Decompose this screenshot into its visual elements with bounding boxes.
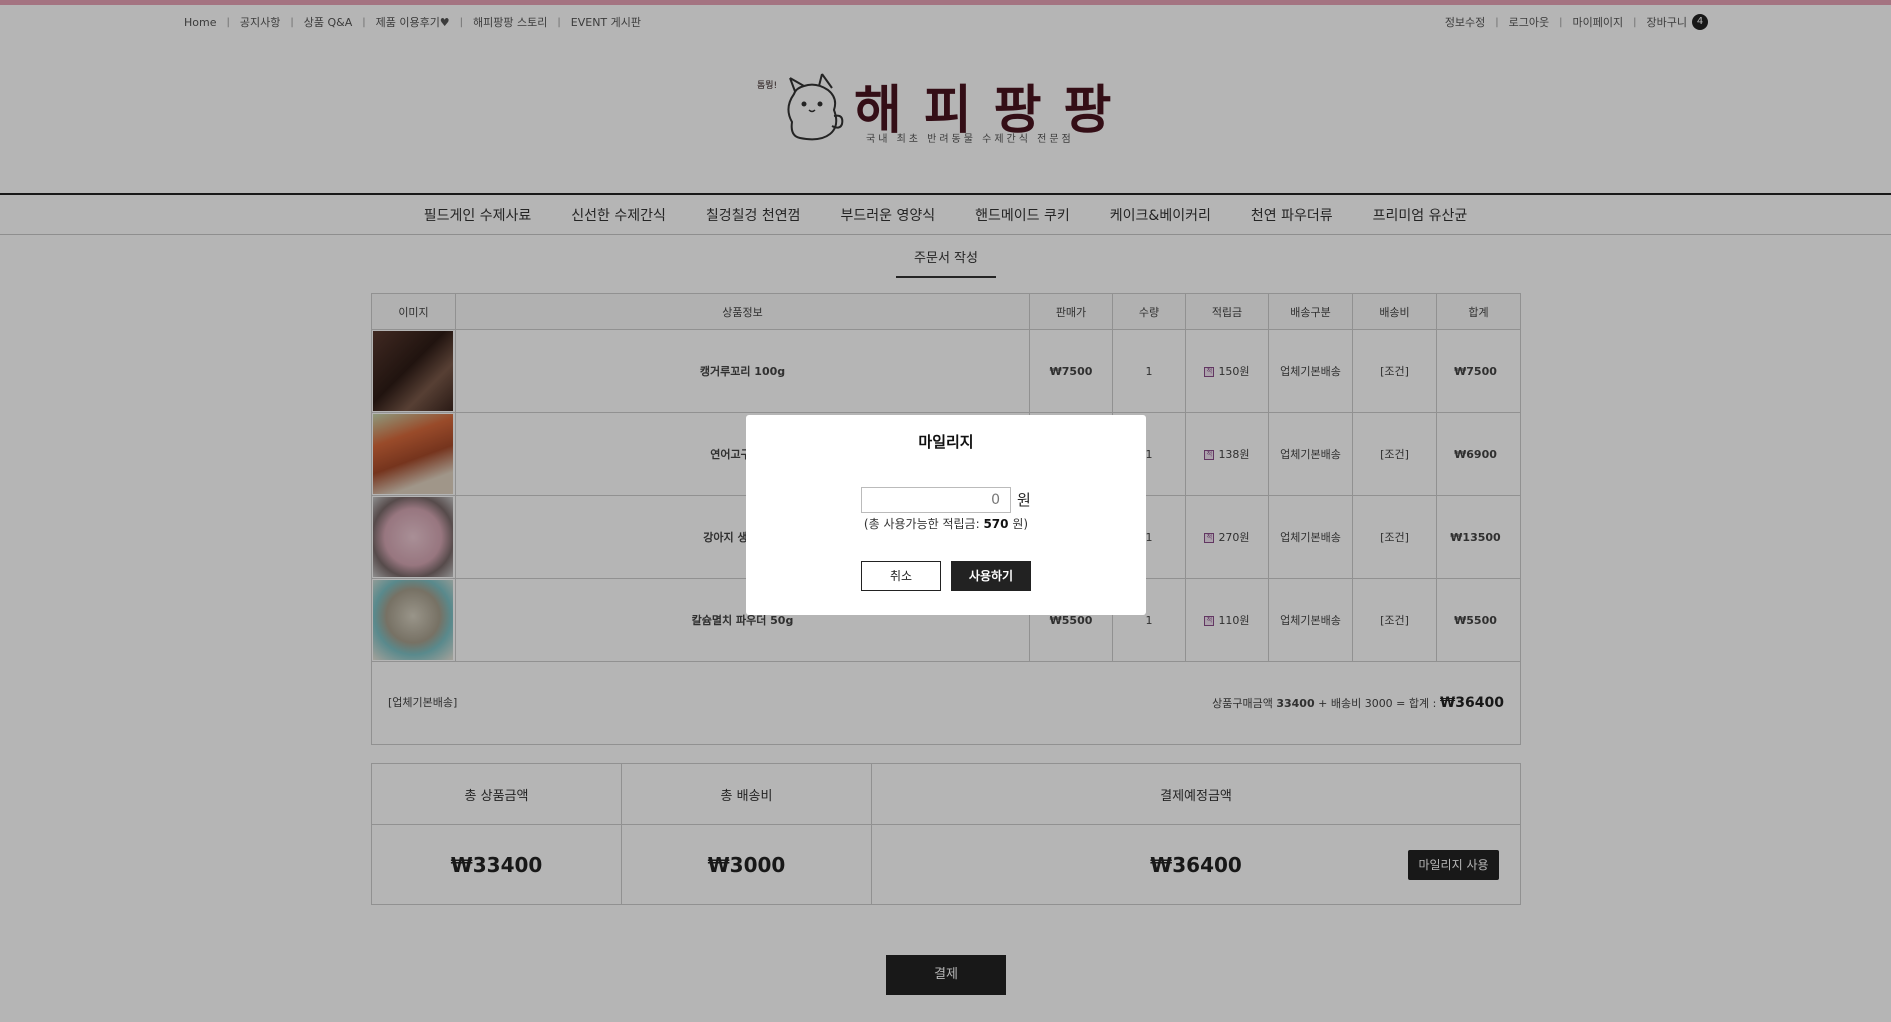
available-points-value: 570 — [983, 517, 1009, 531]
won-unit-label: 원 — [1017, 491, 1031, 509]
mileage-modal: 마일리지 원 (총 사용가능한 적립금: 570 원) 취소 사용하기 — [746, 415, 1146, 615]
modal-title: 마일리지 — [918, 433, 974, 451]
available-points-note: (총 사용가능한 적립금: 570 원) — [863, 517, 1029, 531]
apply-mileage-button[interactable]: 사용하기 — [951, 561, 1031, 591]
cancel-button[interactable]: 취소 — [861, 561, 941, 591]
mileage-amount-input[interactable] — [861, 487, 1011, 513]
